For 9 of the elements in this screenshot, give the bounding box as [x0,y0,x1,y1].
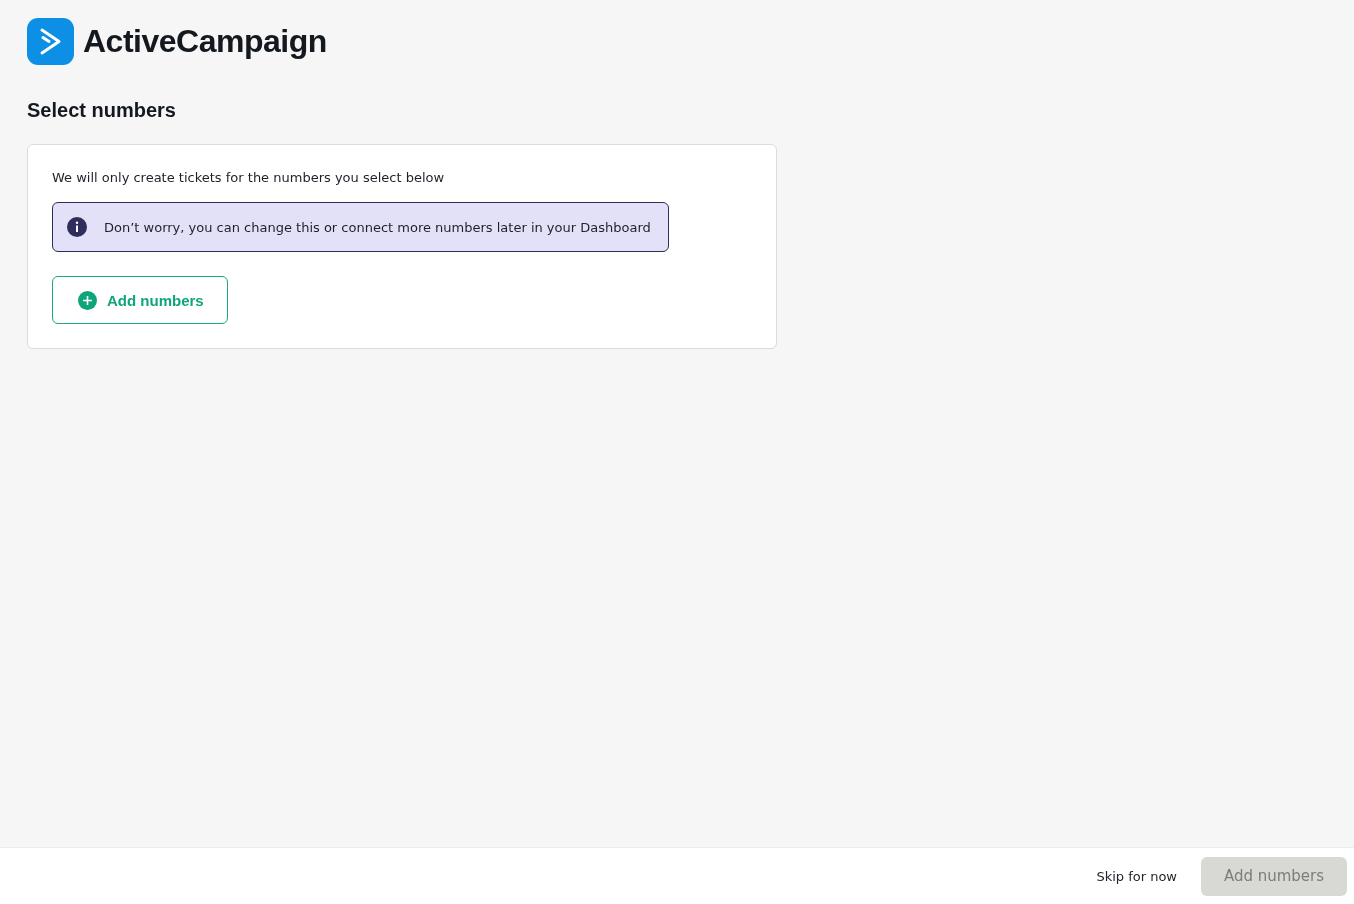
add-numbers-button[interactable]: Add numbers [52,276,228,324]
brand-name: ActiveCampaign [83,23,327,60]
info-text: Don’t worry, you can change this or connect more numbers later in your Dashboard [104,219,651,235]
logo-icon [27,18,74,65]
info-icon [67,217,87,237]
page-heading: Select numbers [27,99,177,122]
skip-button[interactable]: Skip for now [1096,868,1177,884]
card-description: We will only create tickets for the numbers you select below [52,170,446,185]
plus-icon [78,290,97,310]
